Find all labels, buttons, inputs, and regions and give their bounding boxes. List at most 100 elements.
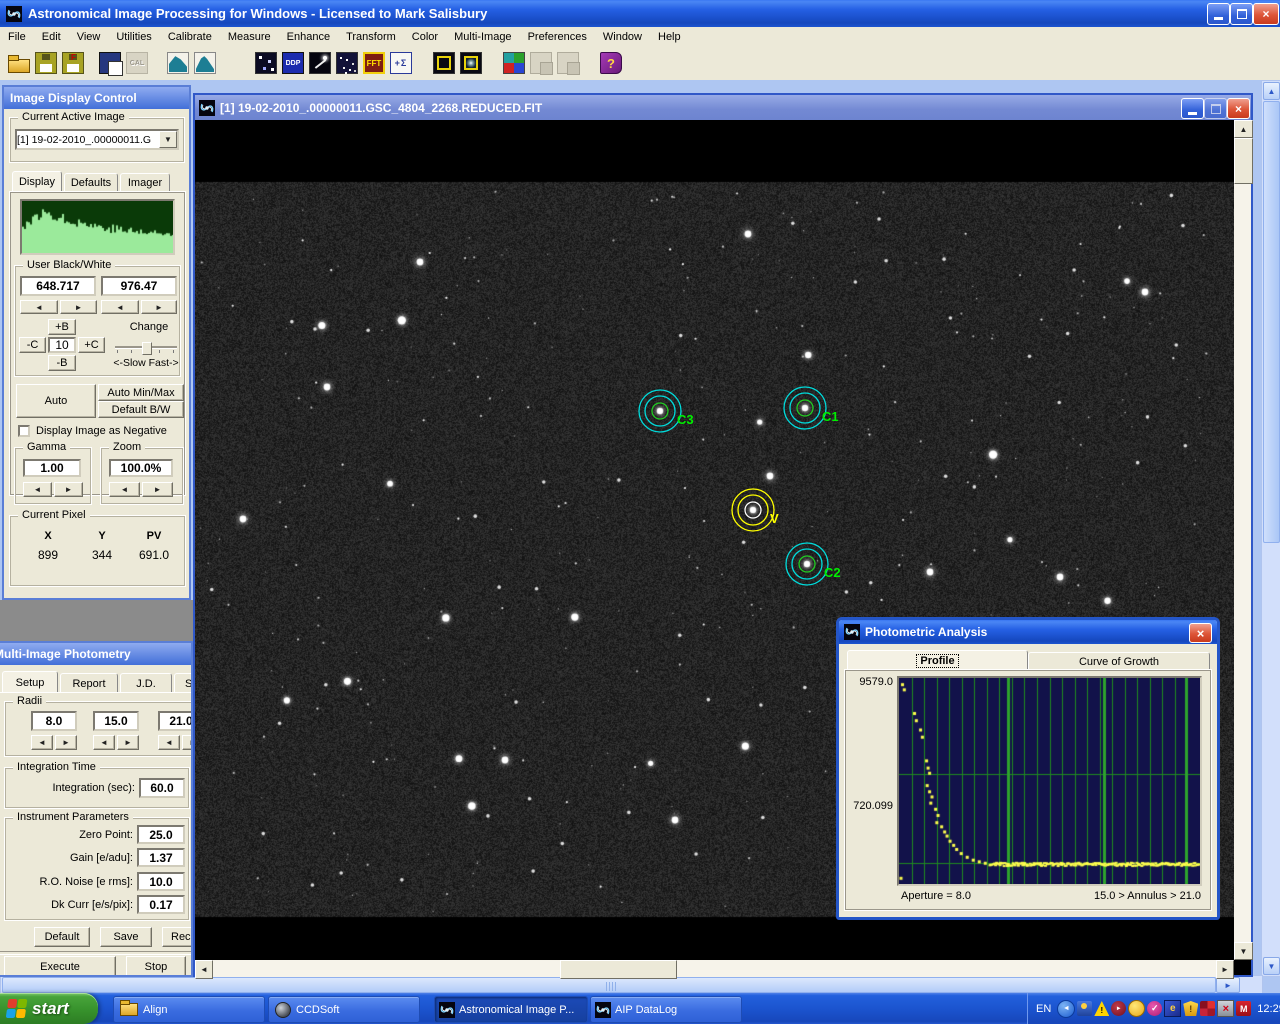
fft-icon[interactable]: FFT <box>360 48 388 78</box>
mdi-vertical-thumb[interactable] <box>1263 101 1280 543</box>
plus-c-button[interactable]: +C <box>78 337 105 353</box>
tray-icon[interactable] <box>1200 1001 1215 1016</box>
menu-item[interactable]: Enhance <box>279 29 338 45</box>
change-speed-slider[interactable] <box>115 342 177 352</box>
mdi-scroll-right-icon[interactable]: ► <box>1216 977 1240 993</box>
tray-icon[interactable] <box>1094 1001 1109 1016</box>
menu-item[interactable]: File <box>0 29 34 45</box>
tray-icon[interactable] <box>1164 1000 1181 1017</box>
tray-icon[interactable] <box>1236 1001 1251 1016</box>
histogram-gaussian-icon[interactable] <box>191 48 219 78</box>
image-horizontal-scrollbar[interactable] <box>195 960 1234 977</box>
tab-display[interactable]: Display <box>12 171 62 192</box>
task-ccdsoft[interactable]: CCDSoft <box>268 996 420 1023</box>
image-sparkle-icon[interactable] <box>252 48 280 78</box>
combo-dropdown-icon[interactable] <box>159 131 177 148</box>
image-maximize-button[interactable] <box>1204 98 1227 119</box>
aperture-increase-button[interactable] <box>55 735 77 750</box>
image-scroll-right-icon[interactable] <box>1216 960 1234 979</box>
tray-icon[interactable] <box>1217 1000 1234 1017</box>
white-level-field[interactable] <box>101 276 177 296</box>
gain-field[interactable] <box>137 848 185 867</box>
frame-image-icon[interactable] <box>430 48 458 78</box>
mdi-scroll-down-icon[interactable]: ▼ <box>1263 957 1280 975</box>
ddp-icon[interactable]: DDP <box>279 48 307 78</box>
tab-report[interactable]: Report <box>60 673 118 693</box>
image-vertical-thumb[interactable] <box>1234 138 1253 184</box>
menu-item[interactable]: Preferences <box>520 29 595 45</box>
tray-icon[interactable] <box>1128 1000 1145 1017</box>
menu-item[interactable]: Window <box>595 29 650 45</box>
ro-noise-field[interactable] <box>137 872 185 891</box>
tab-setup[interactable]: Setup <box>2 671 58 693</box>
gamma-increase-button[interactable] <box>54 482 83 497</box>
minimize-button[interactable] <box>1207 3 1230 25</box>
white-increase-button[interactable] <box>141 300 177 314</box>
star-field-icon[interactable] <box>333 48 361 78</box>
tray-icon[interactable] <box>1147 1001 1162 1016</box>
mdi-scroll-up-icon[interactable]: ▲ <box>1263 82 1280 100</box>
minus-c-button[interactable]: -C <box>19 337 46 353</box>
save-button[interactable]: Save <box>100 927 152 947</box>
plus-b-button[interactable]: +B <box>48 319 76 335</box>
pixel-math-icon[interactable]: +Σ <box>387 48 415 78</box>
step-size-field[interactable] <box>48 337 76 353</box>
save-floppy-icon[interactable] <box>32 48 60 78</box>
black-decrease-button[interactable] <box>20 300 58 314</box>
galaxy-frame-icon[interactable] <box>457 48 485 78</box>
tab-imager[interactable]: Imager <box>120 173 170 192</box>
menu-item[interactable]: Color <box>404 29 446 45</box>
dark-current-field[interactable] <box>137 895 185 914</box>
zoom-field[interactable] <box>109 459 173 477</box>
mdi-horizontal-thumb[interactable] <box>2 977 1216 993</box>
mdi-vertical-scrollbar[interactable]: ▲ ▼ <box>1261 80 1280 977</box>
gamma-decrease-button[interactable] <box>23 482 52 497</box>
annulus-inner-increase-button[interactable] <box>117 735 139 750</box>
menu-item[interactable]: Calibrate <box>160 29 220 45</box>
pa-title-bar[interactable]: Photometric Analysis <box>839 620 1217 644</box>
gamma-field[interactable] <box>23 459 81 477</box>
negative-checkbox[interactable] <box>18 425 30 437</box>
task-align[interactable]: Align <box>113 996 265 1023</box>
tray-icon[interactable] <box>1183 1001 1198 1016</box>
zero-point-field[interactable] <box>137 825 185 844</box>
annulus-outer-decrease-button[interactable] <box>158 735 180 750</box>
histogram-stretch-icon[interactable] <box>164 48 192 78</box>
default-button[interactable]: Default <box>34 927 90 947</box>
clock[interactable]: 12:29 <box>1257 1003 1280 1015</box>
close-button[interactable]: × <box>1253 3 1279 25</box>
color-grid-icon[interactable] <box>500 48 528 78</box>
restore-button[interactable] <box>1230 3 1253 25</box>
zoom-decrease-button[interactable] <box>109 482 140 497</box>
annulus-inner-decrease-button[interactable] <box>93 735 115 750</box>
tab-profile[interactable]: Profile <box>847 650 1028 670</box>
open-folder-icon[interactable] <box>5 48 33 78</box>
help-book-icon[interactable]: ? <box>597 48 625 78</box>
image-minimize-button[interactable] <box>1181 98 1204 119</box>
image-vertical-scrollbar[interactable] <box>1234 120 1251 960</box>
minus-b-button[interactable]: -B <box>48 355 76 371</box>
auto-minmax-button[interactable]: Auto Min/Max <box>98 384 184 401</box>
execute-button[interactable]: Execute <box>4 956 116 977</box>
integration-field[interactable] <box>139 778 185 798</box>
image-scroll-down-icon[interactable] <box>1234 942 1253 960</box>
default-bw-button[interactable]: Default B/W <box>98 401 184 418</box>
menu-item[interactable]: Transform <box>338 29 404 45</box>
tab-jd[interactable]: J.D. <box>120 673 172 693</box>
white-decrease-button[interactable] <box>101 300 139 314</box>
image-close-button[interactable]: × <box>1227 98 1250 119</box>
aperture-decrease-button[interactable] <box>31 735 53 750</box>
black-increase-button[interactable] <box>60 300 97 314</box>
task-aip-active[interactable]: Astronomical Image P... <box>434 996 588 1023</box>
recall-button[interactable]: Rec <box>162 927 193 947</box>
menu-item[interactable]: Help <box>650 29 689 45</box>
tray-icon[interactable] <box>1111 1001 1126 1016</box>
annulus-outer-field[interactable] <box>158 711 193 731</box>
zoom-increase-button[interactable] <box>142 482 173 497</box>
start-button[interactable]: start <box>0 993 98 1024</box>
tab-defaults[interactable]: Defaults <box>64 173 118 192</box>
tray-collapse-icon[interactable] <box>1057 1000 1075 1018</box>
stop-button[interactable]: Stop <box>126 956 186 977</box>
active-image-combo[interactable]: [1] 19-02-2010_.00000011.G <box>15 129 179 150</box>
aperture-radius-field[interactable] <box>31 711 77 731</box>
